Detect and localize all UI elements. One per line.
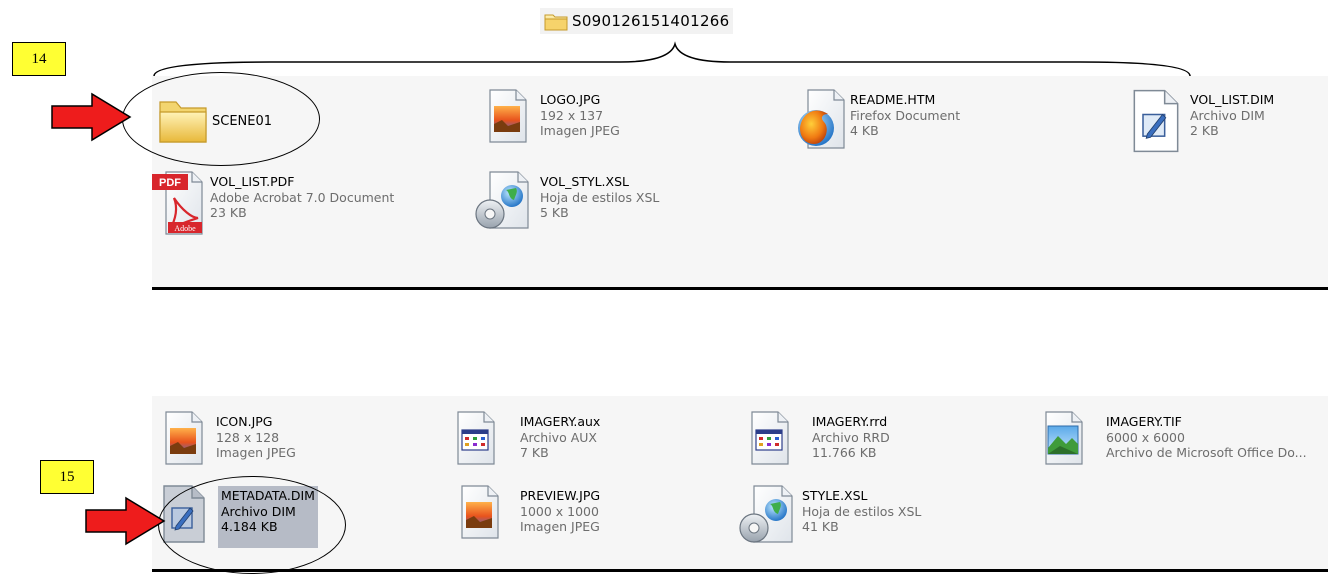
folder-icon — [544, 14, 568, 31]
adobe-logo: Adobe — [174, 224, 196, 233]
jpeg-image-icon — [484, 88, 540, 152]
file-type: Imagen JPEG — [520, 519, 600, 534]
callout-15: 15 — [40, 460, 94, 494]
file-name: IMAGERY.aux — [520, 414, 601, 429]
file-size: 4 KB — [850, 123, 879, 138]
file-item-vol-styl-xsl[interactable]: VOL_STYL.XSL Hoja de estilos XSL 5 KB — [472, 170, 659, 234]
firefox-icon — [794, 88, 850, 152]
file-type: Firefox Document — [850, 107, 961, 123]
file-type: Archivo de Microsoft Office Do... — [1106, 445, 1307, 460]
file-type: Archivo AUX — [520, 429, 597, 445]
file-size: 7 KB — [520, 445, 549, 460]
rrd-file-icon — [746, 410, 812, 474]
file-type: Adobe Acrobat 7.0 Document — [210, 189, 395, 205]
callout-14: 14 — [12, 42, 66, 76]
file-detail: 1000 x 1000 — [520, 503, 599, 519]
file-type: Imagen JPEG — [540, 123, 620, 138]
file-size: 11.766 KB — [812, 445, 877, 460]
file-name: ICON.JPG — [216, 414, 273, 429]
file-name: LOGO.JPG — [540, 92, 601, 107]
dim-file-icon — [1130, 88, 1190, 153]
file-name: IMAGERY.rrd — [812, 414, 888, 429]
jpeg-image-icon — [456, 484, 520, 548]
folder-title: S090126151401266 — [540, 8, 734, 34]
tiff-image-icon — [1040, 410, 1106, 474]
file-type: Hoja de estilos XSL — [540, 189, 660, 205]
file-detail: 128 x 128 — [216, 429, 280, 445]
file-item-imagery-aux[interactable]: IMAGERY.aux Archivo AUX 7 KB — [452, 410, 600, 474]
folder-title-label: S090126151401266 — [572, 12, 730, 30]
aux-file-icon — [452, 410, 520, 474]
file-item-imagery-rrd[interactable]: IMAGERY.rrd Archivo RRD 11.766 KB — [746, 410, 890, 474]
highlight-ellipse-metadata — [158, 476, 346, 574]
red-arrow-icon — [85, 496, 166, 546]
pdf-icon: PDF Adobe — [152, 170, 210, 235]
top-divider — [152, 287, 1328, 290]
file-item-vol-list-dim[interactable]: VOL_LIST.DIM Archivo DIM 2 KB — [1130, 88, 1275, 153]
file-name: STYLE.XSL — [802, 488, 868, 503]
file-detail: 6000 x 6000 — [1106, 429, 1185, 445]
file-size: 41 KB — [802, 519, 839, 534]
file-type: Hoja de estilos XSL — [802, 503, 922, 519]
file-name: VOL_LIST.PDF — [210, 174, 295, 189]
pdf-badge: PDF — [159, 177, 181, 189]
jpeg-image-icon — [160, 410, 216, 474]
file-detail: 192 x 137 — [540, 107, 604, 123]
xsl-stylesheet-icon — [472, 170, 540, 234]
file-name: README.HTM — [850, 92, 936, 107]
file-type: Archivo RRD — [812, 429, 890, 445]
file-item-imagery-tif[interactable]: IMAGERY.TIF 6000 x 6000 Archivo de Micro… — [1040, 410, 1307, 474]
file-name: IMAGERY.TIF — [1106, 414, 1182, 429]
file-item-vol-list-pdf[interactable]: PDF Adobe VOL_LIST.PDF Adobe Acrobat 7.0… — [152, 170, 395, 235]
file-size: 2 KB — [1190, 123, 1219, 138]
file-item-logo-jpg[interactable]: LOGO.JPG 192 x 137 Imagen JPEG — [484, 88, 620, 152]
file-item-style-xsl[interactable]: STYLE.XSL Hoja de estilos XSL 41 KB — [736, 484, 921, 548]
file-name: PREVIEW.JPG — [520, 488, 601, 503]
file-item-readme-htm[interactable]: README.HTM Firefox Document 4 KB — [794, 88, 960, 152]
file-name: VOL_STYL.XSL — [540, 174, 629, 189]
grouping-brace — [153, 41, 1191, 77]
file-item-preview-jpg[interactable]: PREVIEW.JPG 1000 x 1000 Imagen JPEG — [456, 484, 600, 548]
file-name: VOL_LIST.DIM — [1190, 92, 1275, 107]
file-type: Imagen JPEG — [216, 445, 296, 460]
red-arrow-icon — [51, 92, 132, 142]
file-size: 23 KB — [210, 205, 247, 220]
bottom-divider — [152, 569, 1328, 572]
file-type: Archivo DIM — [1190, 107, 1265, 123]
xsl-stylesheet-icon — [736, 484, 802, 548]
file-size: 5 KB — [540, 205, 569, 220]
highlight-ellipse-scene01 — [122, 72, 320, 166]
file-item-icon-jpg[interactable]: ICON.JPG 128 x 128 Imagen JPEG — [160, 410, 296, 474]
